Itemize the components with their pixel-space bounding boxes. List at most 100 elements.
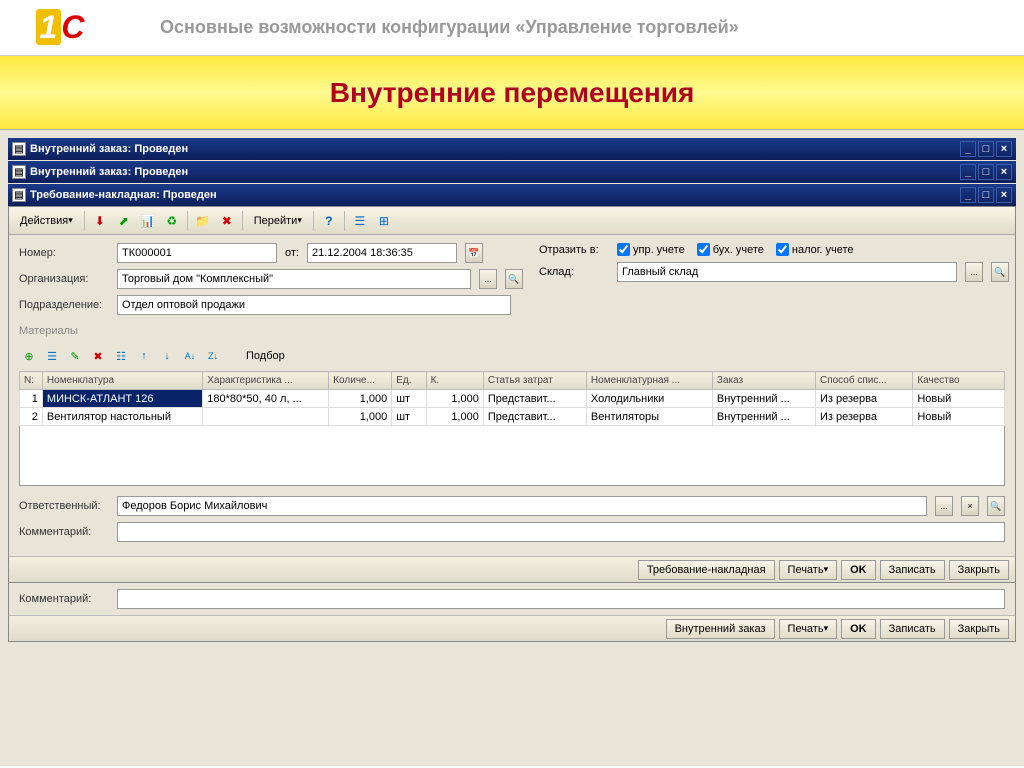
- search-icon[interactable]: 🔍: [505, 269, 523, 289]
- col-header[interactable]: Статья затрат: [483, 372, 586, 390]
- list2-icon[interactable]: ⊞: [373, 210, 395, 232]
- doc-icon: ▤: [12, 165, 26, 179]
- write-btn[interactable]: Записать: [880, 560, 945, 580]
- table-cell[interactable]: Внутренний ...: [712, 408, 815, 426]
- list1-icon[interactable]: ☰: [349, 210, 371, 232]
- table-cell[interactable]: 1: [20, 390, 43, 408]
- chart-icon[interactable]: 📊: [137, 210, 159, 232]
- maximize-btn[interactable]: □: [978, 164, 994, 180]
- col-header[interactable]: К.: [426, 372, 483, 390]
- table-cell[interactable]: 180*80*50, 40 л, ...: [203, 390, 329, 408]
- table-row[interactable]: 2Вентилятор настольный1,000шт1,000Предст…: [20, 408, 1005, 426]
- sort-za-icon[interactable]: Z↓: [203, 346, 223, 366]
- maximize-btn[interactable]: □: [978, 187, 994, 203]
- table-cell[interactable]: 1,000: [426, 390, 483, 408]
- table-cell[interactable]: 2: [20, 408, 43, 426]
- move-up-icon[interactable]: ↑: [134, 346, 154, 366]
- print-btn-2[interactable]: Печать: [779, 619, 838, 639]
- table-cell[interactable]: Вентилятор настольный: [42, 408, 202, 426]
- table-cell[interactable]: МИНСК-АТЛАНТ 126: [42, 390, 202, 408]
- col-header[interactable]: Качество: [913, 372, 1005, 390]
- col-header[interactable]: Номенклатура: [42, 372, 202, 390]
- print-btn[interactable]: Печать: [779, 560, 838, 580]
- move-down-icon[interactable]: ↓: [157, 346, 177, 366]
- window-titlebar-3[interactable]: ▤ Требование-накладная: Проведен _ □ ×: [8, 184, 1016, 206]
- comment-input[interactable]: [117, 522, 1005, 542]
- maximize-btn[interactable]: □: [978, 141, 994, 157]
- materials-table[interactable]: N:НоменклатураХарактеристика ...Количе..…: [19, 371, 1005, 426]
- col-header[interactable]: Количе...: [329, 372, 392, 390]
- table-cell[interactable]: Новый: [913, 390, 1005, 408]
- table-cell[interactable]: Представит...: [483, 408, 586, 426]
- close-btn[interactable]: ×: [996, 164, 1012, 180]
- print-name-btn-2[interactable]: Внутренний заказ: [666, 619, 775, 639]
- folder-icon[interactable]: 📁: [192, 210, 214, 232]
- select-icon[interactable]: ...: [935, 496, 953, 516]
- col-header[interactable]: Ед.: [392, 372, 426, 390]
- actions-menu[interactable]: Действия: [13, 210, 80, 232]
- post-icon[interactable]: ⬇: [89, 210, 111, 232]
- table-cell[interactable]: 1,000: [329, 390, 392, 408]
- goto-menu[interactable]: Перейти: [247, 210, 309, 232]
- write-btn-2[interactable]: Записать: [880, 619, 945, 639]
- col-header[interactable]: Характеристика ...: [203, 372, 329, 390]
- table-cell[interactable]: Внутренний ...: [712, 390, 815, 408]
- copy-icon[interactable]: ⬈: [113, 210, 135, 232]
- ok-btn-2[interactable]: OK: [841, 619, 876, 639]
- edit-row-icon[interactable]: ✎: [65, 346, 85, 366]
- table-cell[interactable]: 1,000: [426, 408, 483, 426]
- resp-input[interactable]: [117, 496, 927, 516]
- minimize-btn[interactable]: _: [960, 164, 976, 180]
- add-row-icon[interactable]: ⊕: [19, 346, 39, 366]
- date-input[interactable]: [307, 243, 457, 263]
- table-cell[interactable]: шт: [392, 408, 426, 426]
- table-cell[interactable]: 1,000: [329, 408, 392, 426]
- number-input[interactable]: [117, 243, 277, 263]
- search-icon[interactable]: 🔍: [991, 262, 1009, 282]
- delete-row-icon[interactable]: ✖: [88, 346, 108, 366]
- calendar-icon[interactable]: 📅: [465, 243, 483, 263]
- col-header[interactable]: Способ спис...: [815, 372, 912, 390]
- ok-btn[interactable]: OK: [841, 560, 876, 580]
- close-btn[interactable]: Закрыть: [949, 560, 1009, 580]
- table-cell[interactable]: [203, 408, 329, 426]
- col-header[interactable]: Заказ: [712, 372, 815, 390]
- chk-upr[interactable]: упр. учете: [617, 243, 685, 256]
- help-icon[interactable]: ?: [318, 210, 340, 232]
- table-cell[interactable]: Из резерва: [815, 390, 912, 408]
- col-header[interactable]: N:: [20, 372, 43, 390]
- dept-input[interactable]: [117, 295, 511, 315]
- minimize-btn[interactable]: _: [960, 187, 976, 203]
- table-cell[interactable]: шт: [392, 390, 426, 408]
- table-cell[interactable]: Представит...: [483, 390, 586, 408]
- table-row[interactable]: 1МИНСК-АТЛАНТ 126180*80*50, 40 л, ...1,0…: [20, 390, 1005, 408]
- list-row-icon[interactable]: ☷: [111, 346, 131, 366]
- col-header[interactable]: Номенклатурная ...: [586, 372, 712, 390]
- refresh-icon[interactable]: ♻: [161, 210, 183, 232]
- copy-row-icon[interactable]: ☰: [42, 346, 62, 366]
- warehouse-input[interactable]: [617, 262, 957, 282]
- window-title-1: Внутренний заказ: Проведен: [30, 143, 960, 155]
- chk-nalog[interactable]: налог. учете: [776, 243, 854, 256]
- close-btn-2[interactable]: Закрыть: [949, 619, 1009, 639]
- window-titlebar-1[interactable]: ▤ Внутренний заказ: Проведен _ □ ×: [8, 138, 1016, 160]
- minimize-btn[interactable]: _: [960, 141, 976, 157]
- select-icon[interactable]: ...: [965, 262, 983, 282]
- chk-buh[interactable]: бух. учете: [697, 243, 764, 256]
- podbor-btn[interactable]: Подбор: [239, 345, 292, 367]
- select-icon[interactable]: ...: [479, 269, 497, 289]
- search-icon[interactable]: 🔍: [987, 496, 1005, 516]
- close-btn[interactable]: ×: [996, 141, 1012, 157]
- print-name-btn[interactable]: Требование-накладная: [638, 560, 775, 580]
- table-cell[interactable]: Холодильники: [586, 390, 712, 408]
- window-titlebar-2[interactable]: ▤ Внутренний заказ: Проведен _ □ ×: [8, 161, 1016, 183]
- sort-az-icon[interactable]: A↓: [180, 346, 200, 366]
- table-cell[interactable]: Из резерва: [815, 408, 912, 426]
- table-cell[interactable]: Вентиляторы: [586, 408, 712, 426]
- table-cell[interactable]: Новый: [913, 408, 1005, 426]
- delete-icon[interactable]: ✖: [216, 210, 238, 232]
- close-btn[interactable]: ×: [996, 187, 1012, 203]
- clear-icon[interactable]: ×: [961, 496, 979, 516]
- org-input[interactable]: [117, 269, 471, 289]
- sub-comment-input[interactable]: [117, 589, 1005, 609]
